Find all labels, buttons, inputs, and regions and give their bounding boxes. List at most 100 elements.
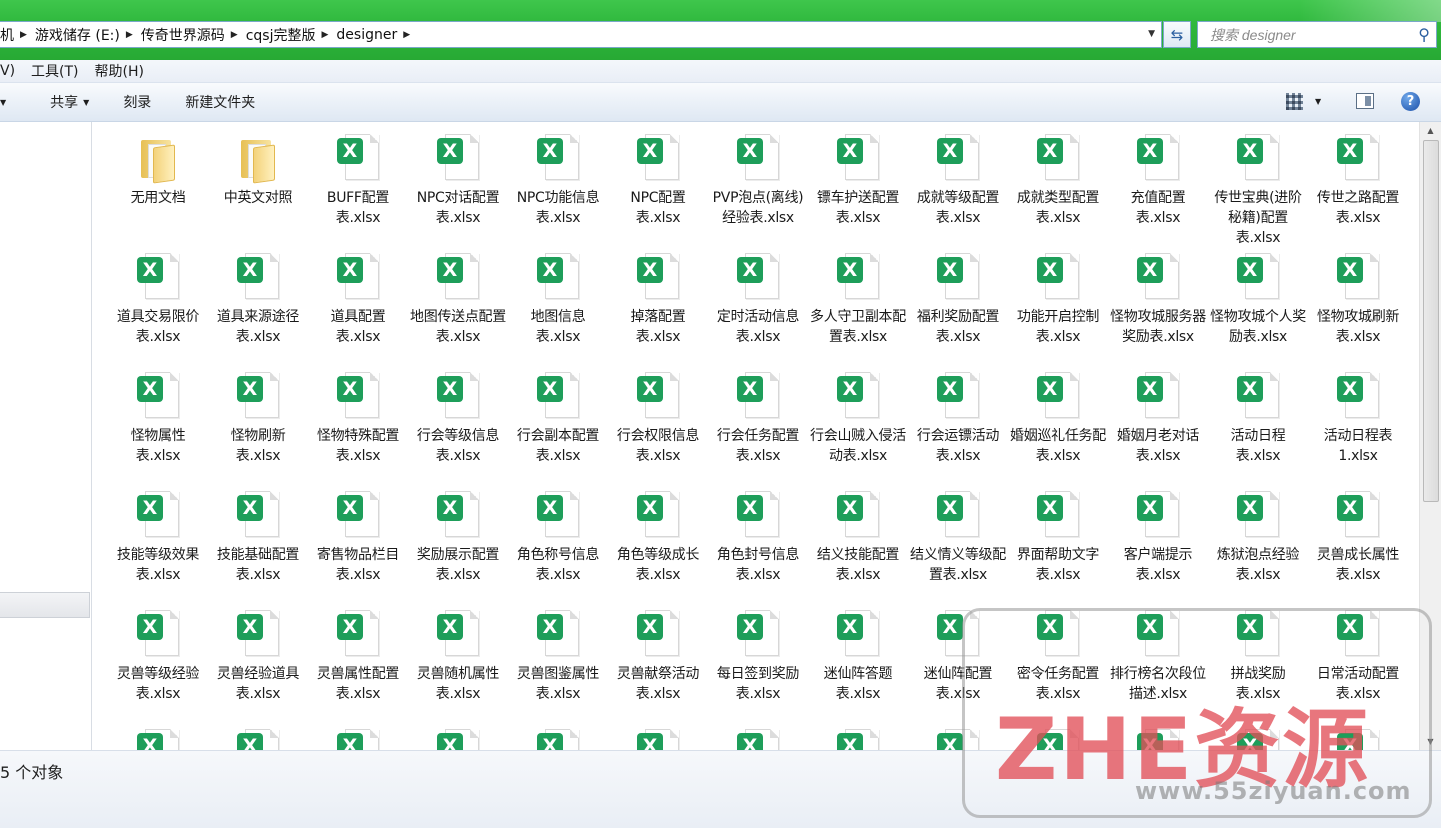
file-item[interactable]: X 多人守卫副本配置表.xlsx: [810, 251, 906, 347]
file-item[interactable]: X: [1110, 727, 1206, 750]
file-item[interactable]: X 界面帮助文字表.xlsx: [1010, 489, 1106, 585]
file-item[interactable]: X 灵兽等级经验表.xlsx: [110, 608, 206, 704]
file-item[interactable]: X: [910, 727, 1006, 750]
file-item[interactable]: X 炼狱泡点经验表.xlsx: [1210, 489, 1306, 585]
file-item[interactable]: X 迷仙阵答题表.xlsx: [810, 608, 906, 704]
share-button[interactable]: 共享 ▼: [6, 92, 106, 112]
menu-help[interactable]: 帮助(H): [87, 61, 152, 81]
file-item[interactable]: X NPC功能信息表.xlsx: [510, 132, 606, 228]
file-item[interactable]: X 掉落配置表.xlsx: [610, 251, 706, 347]
file-item[interactable]: X 充值配置表.xlsx: [1110, 132, 1206, 228]
refresh-button[interactable]: ⇆: [1163, 21, 1191, 48]
menu-tools[interactable]: 工具(T): [23, 61, 86, 81]
file-item[interactable]: X 奖励展示配置表.xlsx: [410, 489, 506, 585]
file-item[interactable]: X 福利奖励配置表.xlsx: [910, 251, 1006, 347]
breadcrumb-item[interactable]: designer ▶: [336, 27, 418, 43]
file-item[interactable]: X 灵兽献祭活动表.xlsx: [610, 608, 706, 704]
breadcrumb-arrow-icon[interactable]: ▶: [231, 30, 238, 40]
breadcrumb-item[interactable]: cqsj完整版 ▶: [246, 25, 337, 45]
file-item[interactable]: X 定时活动信息表.xlsx: [710, 251, 806, 347]
file-item[interactable]: X 角色等级成长表.xlsx: [610, 489, 706, 585]
file-item[interactable]: X 地图信息表.xlsx: [510, 251, 606, 347]
file-item[interactable]: X 灵兽经验道具表.xlsx: [210, 608, 306, 704]
file-item[interactable]: X 每日签到奖励表.xlsx: [710, 608, 806, 704]
file-item[interactable]: X 婚姻巡礼任务配表.xlsx: [1010, 370, 1106, 466]
folder-item[interactable]: 中英文对照: [210, 132, 306, 208]
file-item[interactable]: X 怪物刷新表.xlsx: [210, 370, 306, 466]
file-item[interactable]: X 技能等级效果表.xlsx: [110, 489, 206, 585]
file-item[interactable]: X 迷仙阵配置表.xlsx: [910, 608, 1006, 704]
file-item[interactable]: X 寄售物品栏目表.xlsx: [310, 489, 406, 585]
scroll-down-icon[interactable]: ▼: [1420, 733, 1441, 750]
file-item[interactable]: X 道具交易限价表.xlsx: [110, 251, 206, 347]
file-item[interactable]: X 日常活动配置表.xlsx: [1310, 608, 1406, 704]
file-item[interactable]: X 行会权限信息表.xlsx: [610, 370, 706, 466]
file-item[interactable]: X: [710, 727, 806, 750]
vertical-scrollbar[interactable]: ▲ ▼: [1419, 122, 1441, 750]
file-item[interactable]: X NPC配置表.xlsx: [610, 132, 706, 228]
file-item[interactable]: X 怪物特殊配置表.xlsx: [310, 370, 406, 466]
file-item[interactable]: X: [1310, 727, 1406, 750]
file-item[interactable]: X 角色称号信息表.xlsx: [510, 489, 606, 585]
file-item[interactable]: X 行会副本配置表.xlsx: [510, 370, 606, 466]
menu-view[interactable]: V): [0, 63, 23, 79]
file-item[interactable]: X: [110, 727, 206, 750]
file-item[interactable]: X 怪物攻城个人奖励表.xlsx: [1210, 251, 1306, 347]
file-item[interactable]: X 拼战奖励表.xlsx: [1210, 608, 1306, 704]
breadcrumb-item[interactable]: 机 ▶: [0, 25, 35, 45]
file-item[interactable]: X 灵兽成长属性表.xlsx: [1310, 489, 1406, 585]
view-options-button[interactable]: ▼: [1286, 93, 1321, 110]
file-item[interactable]: X 地图传送点配置表.xlsx: [410, 251, 506, 347]
new-folder-button[interactable]: 新建文件夹: [168, 92, 272, 112]
file-item[interactable]: X: [1010, 727, 1106, 750]
file-item[interactable]: X 结义情义等级配置表.xlsx: [910, 489, 1006, 585]
file-item[interactable]: X 镖车护送配置表.xlsx: [810, 132, 906, 228]
file-item[interactable]: X 功能开启控制表.xlsx: [1010, 251, 1106, 347]
search-icon[interactable]: ⚲: [1418, 25, 1430, 44]
file-item[interactable]: X 排行榜名次段位描述.xlsx: [1110, 608, 1206, 704]
file-item[interactable]: X 行会等级信息表.xlsx: [410, 370, 506, 466]
file-item[interactable]: X: [210, 727, 306, 750]
file-item[interactable]: X: [610, 727, 706, 750]
file-item[interactable]: X PVP泡点(离线)经验表.xlsx: [710, 132, 806, 228]
file-item[interactable]: X 怪物攻城服务器奖励表.xlsx: [1110, 251, 1206, 347]
preview-pane-icon[interactable]: [1356, 93, 1374, 109]
file-item[interactable]: X 成就等级配置表.xlsx: [910, 132, 1006, 228]
breadcrumb-arrow-icon[interactable]: ▶: [403, 30, 410, 40]
file-item[interactable]: X 密令任务配置表.xlsx: [1010, 608, 1106, 704]
file-item[interactable]: X 活动日程表.xlsx: [1210, 370, 1306, 466]
file-item[interactable]: X 灵兽属性配置表.xlsx: [310, 608, 406, 704]
file-item[interactable]: X 道具配置表.xlsx: [310, 251, 406, 347]
file-item[interactable]: X 灵兽图鉴属性表.xlsx: [510, 608, 606, 704]
address-dropdown-icon[interactable]: ▼: [1148, 29, 1155, 39]
file-item[interactable]: X NPC对话配置表.xlsx: [410, 132, 506, 228]
breadcrumb-arrow-icon[interactable]: ▶: [126, 30, 133, 40]
file-item[interactable]: X 客户端提示表.xlsx: [1110, 489, 1206, 585]
file-item[interactable]: X 成就类型配置表.xlsx: [1010, 132, 1106, 228]
breadcrumb-arrow-icon[interactable]: ▶: [20, 30, 27, 40]
file-item[interactable]: X 怪物攻城刷新表.xlsx: [1310, 251, 1406, 347]
file-item[interactable]: X 角色封号信息表.xlsx: [710, 489, 806, 585]
file-item[interactable]: X 传世之路配置表.xlsx: [1310, 132, 1406, 228]
scroll-up-icon[interactable]: ▲: [1420, 122, 1441, 139]
help-icon[interactable]: ?: [1401, 92, 1420, 111]
file-item[interactable]: X 道具来源途径表.xlsx: [210, 251, 306, 347]
nav-selected-item[interactable]: [0, 592, 90, 618]
file-item[interactable]: X: [810, 727, 906, 750]
file-item[interactable]: X 婚姻月老对话表.xlsx: [1110, 370, 1206, 466]
file-item[interactable]: X: [1210, 727, 1306, 750]
breadcrumb-arrow-icon[interactable]: ▶: [321, 30, 328, 40]
file-item[interactable]: X 传世宝典(进阶秘籍)配置表.xlsx: [1210, 132, 1306, 248]
file-item[interactable]: X 技能基础配置表.xlsx: [210, 489, 306, 585]
file-item[interactable]: X: [310, 727, 406, 750]
file-item[interactable]: X BUFF配置表.xlsx: [310, 132, 406, 228]
scrollbar-thumb[interactable]: [1423, 140, 1439, 502]
file-item[interactable]: X: [410, 727, 506, 750]
file-item[interactable]: X 结义技能配置表.xlsx: [810, 489, 906, 585]
file-item[interactable]: X 怪物属性表.xlsx: [110, 370, 206, 466]
file-item[interactable]: X 活动日程表1.xlsx: [1310, 370, 1406, 466]
search-box[interactable]: ⚲: [1197, 21, 1437, 48]
file-item[interactable]: X 行会任务配置表.xlsx: [710, 370, 806, 466]
file-item[interactable]: X: [510, 727, 606, 750]
burn-button[interactable]: 刻录: [106, 92, 168, 112]
